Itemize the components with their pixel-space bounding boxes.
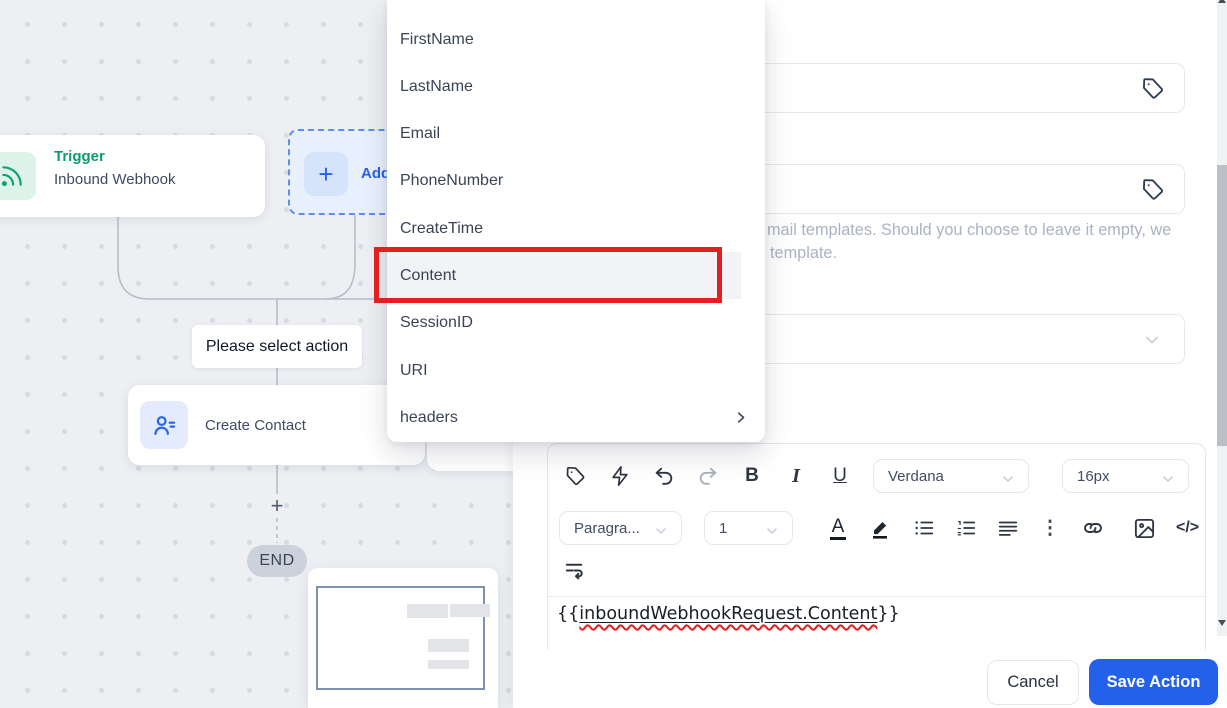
create-contact-label: Create Contact [205, 416, 306, 434]
bold-button[interactable]: B [741, 461, 763, 491]
editor-content-area[interactable]: {{inboundWebhookRequest.Content}} [557, 604, 1195, 624]
scroll-down-arrow[interactable] [1217, 620, 1226, 626]
rich-text-editor: B I U Verdana 16px Paragra... 1 A ⋮ </> … [547, 443, 1206, 650]
lightning-bolt-icon[interactable] [609, 461, 631, 491]
menu-item-sessionid[interactable]: SessionID [387, 299, 765, 346]
paragraph-style-select[interactable]: Paragra... [559, 511, 682, 545]
align-text-icon[interactable] [997, 513, 1019, 543]
chevron-down-icon [1000, 471, 1016, 491]
placeholder-bar [407, 604, 448, 618]
placeholder-bar [428, 660, 469, 669]
image-icon[interactable] [1133, 513, 1156, 543]
menu-item-phonenumber[interactable]: PhoneNumber [387, 157, 765, 204]
trigger-title: Trigger [54, 148, 105, 165]
menu-item-email[interactable]: Email [387, 110, 765, 157]
chevron-down-icon [764, 523, 780, 543]
text-color-label: A [829, 516, 847, 541]
trigger-node[interactable]: Trigger Inbound Webhook [0, 135, 265, 217]
canvas-preview-card [308, 568, 498, 708]
menu-item-lastname[interactable]: LastName [387, 63, 765, 110]
link-icon[interactable] [1081, 513, 1105, 543]
end-node: END [247, 545, 307, 577]
chevron-right-icon [733, 410, 748, 430]
scroll-up-arrow[interactable] [1217, 0, 1226, 3]
trigger-subtitle: Inbound Webhook [54, 171, 176, 188]
panel-scrollbar[interactable] [1217, 0, 1227, 636]
numbered-list-icon[interactable] [955, 513, 977, 543]
more-options-button[interactable]: ⋮ [1039, 513, 1061, 543]
menu-item-createtime[interactable]: CreateTime [387, 205, 765, 252]
menu-item-content[interactable]: Content [387, 252, 741, 299]
create-contact-node[interactable]: Create Contact [128, 385, 425, 465]
workflow-builder-screen: Trigger Inbound Webhook + Add Please sel… [0, 0, 1227, 708]
merge-tag-icon[interactable] [564, 461, 587, 491]
partial-hidden-card [427, 442, 518, 471]
menu-item-headers[interactable]: headers [387, 394, 765, 441]
save-action-button[interactable]: Save Action [1089, 659, 1218, 705]
plus-icon: + [304, 152, 348, 196]
helper-text-line1: mail templates. Should you choose to lea… [767, 221, 1172, 239]
italic-button[interactable]: I [785, 461, 807, 491]
select-action-prompt: Please select action [192, 325, 362, 368]
bullet-list-icon[interactable] [913, 513, 935, 543]
insert-step-plus-button[interactable]: + [265, 493, 289, 518]
add-action-button[interactable]: + Add [288, 129, 400, 215]
paragraph-style-value: Paragra... [574, 519, 640, 537]
chevron-down-icon [653, 523, 669, 543]
webhook-signal-icon [0, 152, 36, 200]
merge-token-prefix: {{ [557, 604, 580, 624]
add-action-label: Add [361, 165, 391, 182]
chevron-down-icon [1160, 471, 1176, 491]
chevron-down-icon [1142, 330, 1162, 355]
underline-button[interactable]: U [829, 461, 851, 491]
menu-item-firstname[interactable]: FirstName [387, 16, 765, 63]
merge-field-dropdown: FirstName LastName Email PhoneNumber Cre… [387, 0, 765, 442]
scrollbar-thumb[interactable] [1217, 165, 1227, 446]
editor-toolbar-row2: Paragra... 1 A ⋮ </> [548, 509, 1199, 547]
undo-icon[interactable] [653, 461, 675, 491]
toolbar-divider [548, 596, 1205, 597]
preview-frame [316, 586, 485, 690]
cancel-button[interactable]: Cancel [987, 660, 1079, 705]
line-height-select[interactable]: 1 [704, 511, 793, 545]
text-color-button[interactable]: A [827, 513, 849, 543]
menu-item-headers-label: headers [400, 408, 458, 426]
line-height-value: 1 [719, 519, 728, 537]
merge-tag-icon[interactable] [1140, 76, 1166, 102]
font-family-value: Verdana [888, 467, 944, 485]
highlight-marker-icon[interactable] [869, 513, 893, 543]
code-view-button[interactable]: </> [1176, 513, 1199, 543]
merge-token-suffix: }} [877, 604, 900, 624]
merge-tag-icon[interactable] [1140, 177, 1166, 203]
helper-text-line2: template. [770, 244, 837, 262]
redo-icon[interactable] [697, 461, 719, 491]
menu-item-uri[interactable]: URI [387, 347, 765, 394]
editor-toolbar-row3 [548, 554, 587, 584]
font-size-value: 16px [1077, 467, 1110, 485]
editor-toolbar-row1: B I U Verdana 16px [548, 458, 1189, 494]
font-family-select[interactable]: Verdana [873, 459, 1029, 493]
font-size-select[interactable]: 16px [1062, 459, 1189, 493]
text-wrap-icon[interactable] [564, 554, 587, 584]
placeholder-bar [428, 639, 469, 652]
contact-person-icon [140, 401, 188, 449]
placeholder-bar [450, 604, 490, 617]
merge-token: inboundWebhookRequest.Content [579, 604, 878, 624]
